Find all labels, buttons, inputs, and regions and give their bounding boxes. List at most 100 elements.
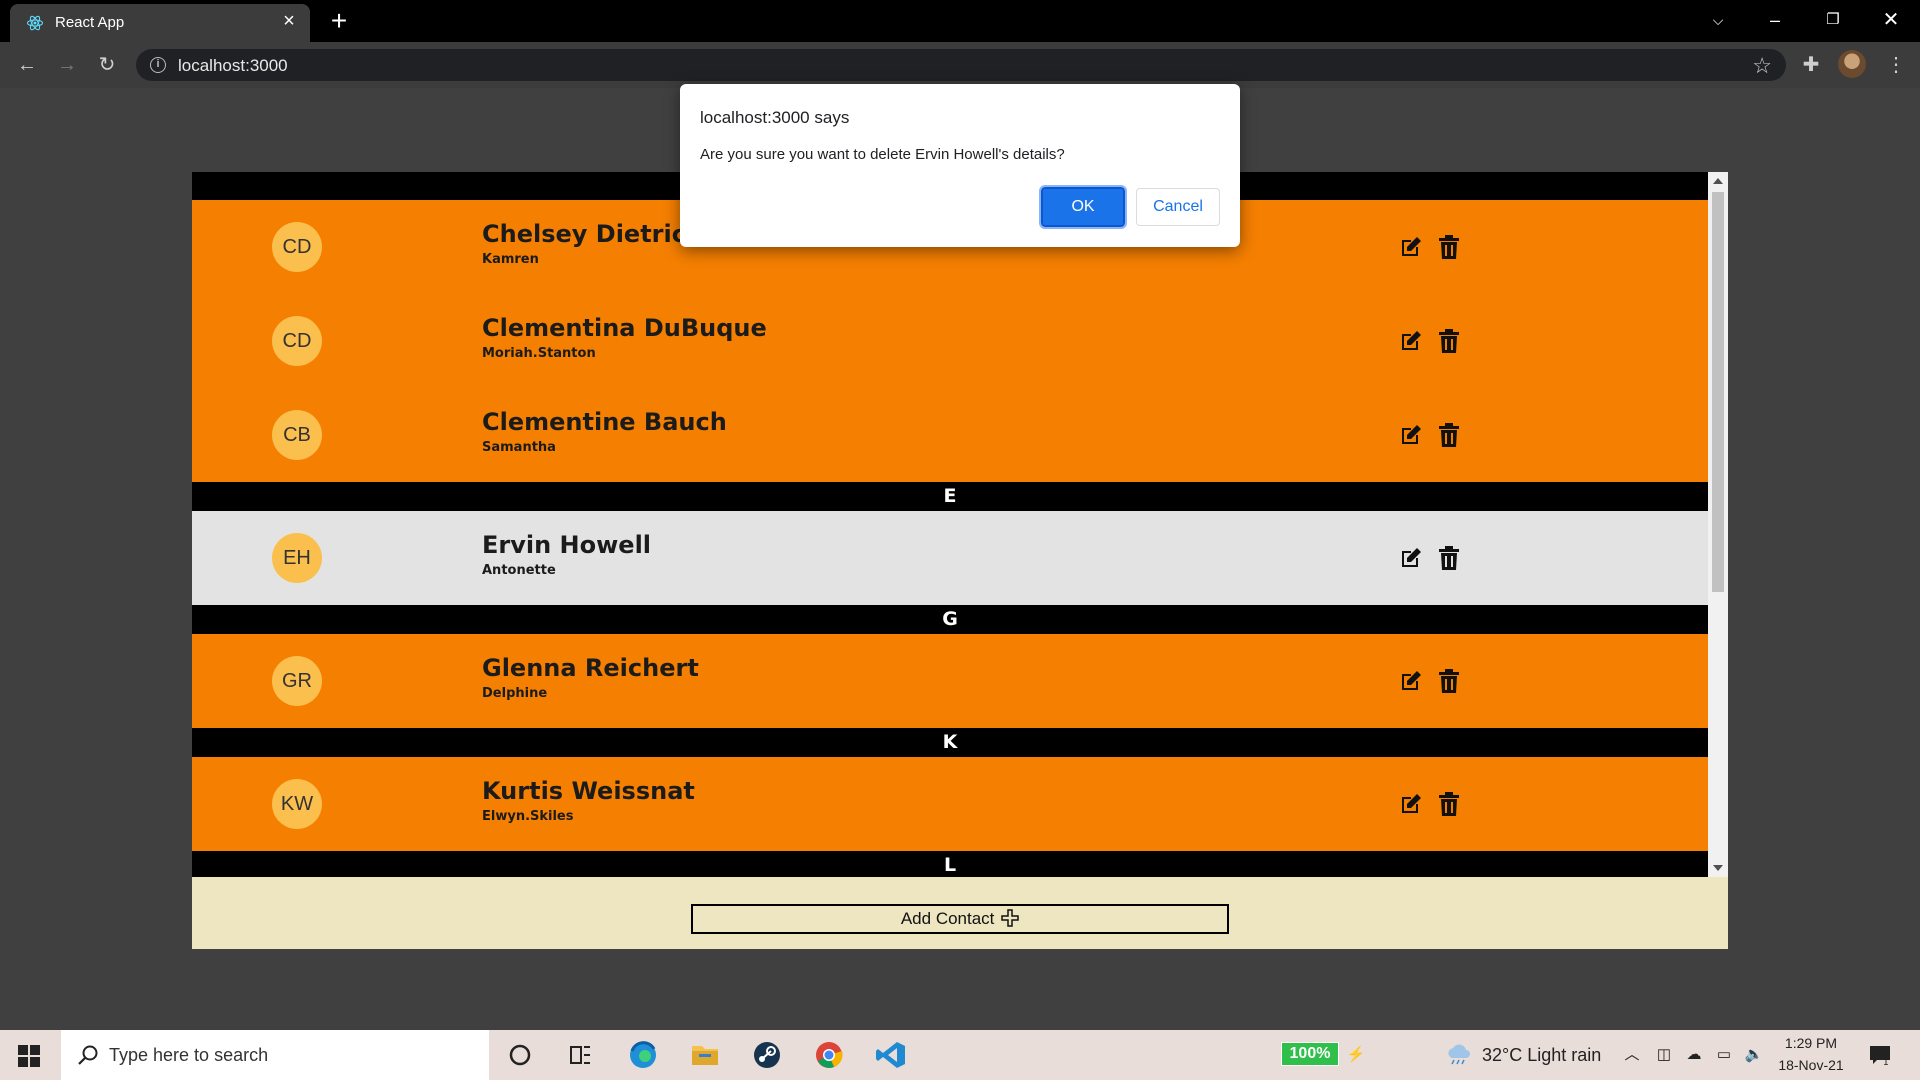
avatar: GR bbox=[272, 656, 322, 706]
contact-username: Elwyn.Skiles bbox=[482, 809, 574, 824]
confirm-dialog: localhost:3000 says Are you sure you wan… bbox=[680, 84, 1240, 247]
address-bar[interactable]: i localhost:3000 ☆ bbox=[136, 49, 1786, 81]
section-header: G bbox=[192, 605, 1708, 634]
add-contact-label: Add Contact bbox=[900, 909, 995, 928]
avatar: CB bbox=[272, 410, 322, 460]
edit-icon[interactable] bbox=[1399, 546, 1423, 570]
list-scrollbar[interactable] bbox=[1708, 172, 1728, 877]
bookmark-star-icon[interactable]: ☆ bbox=[1752, 53, 1772, 79]
edge-browser-icon[interactable] bbox=[623, 1036, 663, 1074]
scroll-up-arrow-icon[interactable] bbox=[1713, 178, 1723, 184]
clock-date[interactable]: 18-Nov-21 bbox=[1770, 1057, 1852, 1073]
avatar: CD bbox=[272, 316, 322, 366]
dialog-title: localhost:3000 says bbox=[700, 108, 850, 127]
contact-username: Moriah.Stanton bbox=[482, 346, 596, 361]
battery-percentage-badge[interactable]: 100% bbox=[1281, 1042, 1339, 1066]
search-icon bbox=[78, 1045, 98, 1065]
power-plug-icon: ⚡ bbox=[1346, 1046, 1366, 1063]
trash-icon[interactable] bbox=[1438, 792, 1460, 816]
search-placeholder: Type here to search bbox=[109, 1045, 269, 1065]
dialog-message: Are you sure you want to delete Ervin Ho… bbox=[700, 146, 1065, 163]
section-header: L bbox=[192, 851, 1708, 877]
weather-text[interactable]: 32°C Light rain bbox=[1482, 1045, 1601, 1066]
contact-row: KW Kurtis Weissnat Elwyn.Skiles bbox=[192, 757, 1708, 851]
edit-icon[interactable] bbox=[1399, 329, 1423, 353]
edit-icon[interactable] bbox=[1399, 423, 1423, 447]
weather-rain-icon[interactable] bbox=[1446, 1044, 1472, 1066]
svg-text:1: 1 bbox=[1883, 1058, 1889, 1066]
edit-icon[interactable] bbox=[1399, 669, 1423, 693]
section-header: E bbox=[192, 482, 1708, 511]
contact-name: Glenna Reichert bbox=[482, 654, 699, 682]
chevron-up-icon[interactable]: ︿ bbox=[1622, 1046, 1642, 1064]
contact-list: CD Chelsey Dietrich Kamren CD Clementina… bbox=[192, 172, 1708, 877]
react-logo-icon bbox=[26, 15, 44, 31]
url-text: localhost:3000 bbox=[178, 56, 288, 75]
camera-icon[interactable]: ◫ bbox=[1654, 1046, 1674, 1064]
notification-center-icon[interactable]: 1 bbox=[1868, 1044, 1892, 1066]
ok-button[interactable]: OK bbox=[1039, 185, 1127, 229]
cancel-button[interactable]: Cancel bbox=[1136, 188, 1220, 226]
trash-icon[interactable] bbox=[1438, 235, 1460, 259]
avatar: KW bbox=[272, 779, 322, 829]
contact-name: Ervin Howell bbox=[482, 531, 652, 559]
chrome-icon[interactable] bbox=[809, 1036, 849, 1074]
tab-search-chevron-icon[interactable]: ⌵ bbox=[1695, 0, 1741, 40]
volume-icon[interactable]: 🔈 bbox=[1744, 1046, 1764, 1064]
extensions-puzzle-icon[interactable]: ✚ bbox=[1797, 51, 1825, 79]
windows-start-icon[interactable] bbox=[18, 1045, 40, 1067]
tab-title: React App bbox=[55, 14, 125, 31]
trash-icon[interactable] bbox=[1438, 669, 1460, 693]
reload-icon[interactable]: ↻ bbox=[92, 50, 122, 80]
contact-username: Kamren bbox=[482, 252, 539, 267]
battery-icon[interactable]: ▭ bbox=[1714, 1046, 1734, 1064]
browser-tab-strip: React App × + ⌵ – ❐ ✕ bbox=[0, 0, 1920, 42]
plus-icon bbox=[1001, 908, 1019, 927]
trash-icon[interactable] bbox=[1438, 546, 1460, 570]
list-footer: Add Contact bbox=[192, 877, 1728, 949]
close-window-button[interactable]: ✕ bbox=[1868, 0, 1914, 40]
contact-row-selected: EH Ervin Howell Antonette bbox=[192, 511, 1708, 605]
back-arrow-icon[interactable]: ← bbox=[12, 50, 42, 80]
vscode-icon[interactable] bbox=[871, 1036, 911, 1074]
contacts-app: CD Chelsey Dietrich Kamren CD Clementina… bbox=[192, 172, 1728, 949]
browser-tab[interactable]: React App × bbox=[10, 4, 310, 42]
restore-button[interactable]: ❐ bbox=[1810, 0, 1856, 40]
scrollbar-thumb[interactable] bbox=[1712, 192, 1724, 592]
browser-menu-icon[interactable]: ⋮ bbox=[1882, 51, 1910, 79]
contact-row: GR Glenna Reichert Delphine bbox=[192, 634, 1708, 728]
contact-name: Kurtis Weissnat bbox=[482, 777, 695, 805]
edit-icon[interactable] bbox=[1399, 792, 1423, 816]
taskbar-search-box[interactable]: Type here to search bbox=[61, 1030, 489, 1080]
contact-name: Clementine Bauch bbox=[482, 408, 727, 436]
onedrive-cloud-icon[interactable]: ☁ bbox=[1684, 1046, 1704, 1064]
clock-time[interactable]: 1:29 PM bbox=[1776, 1035, 1846, 1051]
task-view-icon[interactable] bbox=[560, 1036, 600, 1074]
contact-name: Clementina DuBuque bbox=[482, 314, 767, 342]
windows-taskbar: Type here to search 100% ⚡ 32°C Light ra… bbox=[0, 1030, 1920, 1080]
trash-icon[interactable] bbox=[1438, 423, 1460, 447]
avatar: EH bbox=[272, 533, 322, 583]
add-contact-button[interactable]: Add Contact bbox=[691, 904, 1229, 934]
contact-row: CD Clementina DuBuque Moriah.Stanton bbox=[192, 294, 1708, 388]
edit-icon[interactable] bbox=[1399, 235, 1423, 259]
new-tab-button[interactable]: + bbox=[325, 7, 353, 36]
avatar: CD bbox=[272, 222, 322, 272]
minimize-button[interactable]: – bbox=[1752, 0, 1798, 40]
browser-toolbar: ← → ↻ i localhost:3000 ☆ ✚ ⋮ bbox=[0, 42, 1920, 88]
scroll-down-arrow-icon[interactable] bbox=[1713, 865, 1723, 871]
contact-name: Chelsey Dietrich bbox=[482, 220, 704, 248]
contact-row: CB Clementine Bauch Samantha bbox=[192, 388, 1708, 482]
contact-username: Samantha bbox=[482, 440, 556, 455]
contact-username: Antonette bbox=[482, 563, 556, 578]
profile-avatar[interactable] bbox=[1838, 50, 1866, 78]
contact-username: Delphine bbox=[482, 686, 548, 701]
section-header: K bbox=[192, 728, 1708, 757]
cortana-icon[interactable] bbox=[500, 1036, 540, 1074]
forward-arrow-icon[interactable]: → bbox=[52, 50, 82, 80]
site-info-icon[interactable]: i bbox=[150, 57, 166, 73]
tab-close-icon[interactable]: × bbox=[278, 10, 300, 32]
trash-icon[interactable] bbox=[1438, 329, 1460, 353]
file-explorer-icon[interactable] bbox=[685, 1036, 725, 1074]
steam-icon[interactable] bbox=[747, 1036, 787, 1074]
